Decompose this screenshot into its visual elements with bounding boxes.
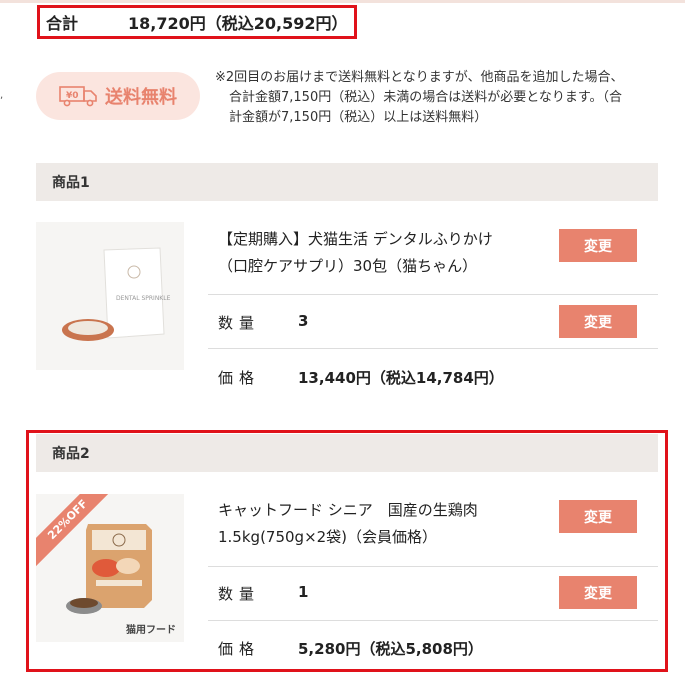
total-label: 合計 — [46, 14, 79, 33]
quantity-label: 数量 — [218, 585, 261, 603]
top-strip — [0, 0, 685, 3]
price-value: 13,440円（税込14,784円） — [298, 369, 504, 387]
product-1-name: 【定期購入】犬猫生活 デンタルふりかけ （口腔ケアサプリ）30包（猫ちゃん） — [218, 226, 538, 280]
product-name-line: 1.5kg(750g×2袋)（会員価格） — [218, 528, 438, 546]
divider — [208, 348, 658, 349]
product-2-header: 商品2 — [36, 434, 658, 472]
divider — [208, 294, 658, 295]
package-text: DENTAL SPRINKLE — [116, 295, 171, 302]
quantity-label: 数量 — [218, 314, 261, 332]
product-header-label: 商品2 — [52, 446, 90, 462]
product-header-label: 商品1 — [52, 175, 90, 191]
price-label: 価格 — [218, 640, 261, 658]
product-1-image[interactable]: DENTAL SPRINKLE — [36, 222, 184, 370]
quantity-value: 1 — [298, 583, 309, 601]
cat-food-caption: 猫用フード — [126, 625, 176, 636]
free-shipping-text: 送料無料 — [105, 87, 177, 108]
shipping-note: ※2回目のお届けまで送料無料となりますが、他商品を追加した場合、 合計金額7,1… — [215, 68, 665, 128]
free-shipping-badge: ¥0 送料無料 — [36, 72, 200, 120]
divider — [208, 620, 658, 621]
product-name-line: 【定期購入】犬猫生活 デンタルふりかけ — [218, 230, 493, 248]
shipping-note-line: 合計金額7,150円（税込）未満の場合は送料が必要となります。（合 — [229, 90, 623, 105]
change-quantity-2-button[interactable]: 変更 — [559, 576, 637, 609]
change-quantity-1-button[interactable]: 変更 — [559, 305, 637, 338]
price-value: 5,280円（税込5,808円） — [298, 640, 483, 658]
change-product-2-button[interactable]: 変更 — [559, 500, 637, 533]
truck-icon: ¥0 — [59, 86, 97, 107]
dental-sprinkle-image: DENTAL SPRINKLE — [36, 222, 184, 370]
product-name-line: キャットフード シニア 国産の生鶏肉 — [218, 501, 478, 519]
shipping-note-line: 計金額が7,150円（税込）以上は送料無料） — [229, 110, 488, 125]
total-value: 18,720円（税込20,592円） — [128, 14, 348, 33]
price-label: 価格 — [218, 369, 261, 387]
shipping-note-line: ※2回目のお届けまで送料無料となりますが、他商品を追加した場合、 — [215, 70, 624, 85]
product-2-name: キャットフード シニア 国産の生鶏肉 1.5kg(750g×2袋)（会員価格） — [218, 497, 538, 551]
product-2-image[interactable]: 22%OFF 猫用フード — [36, 494, 184, 642]
change-product-1-button[interactable]: 変更 — [559, 229, 637, 262]
divider — [208, 566, 658, 567]
order-total: 合計 18,720円（税込20,592円） — [37, 5, 357, 39]
product-1-header: 商品1 — [36, 163, 658, 201]
product-name-line: （口腔ケアサプリ）30包（猫ちゃん） — [218, 257, 478, 275]
quantity-value: 3 — [298, 312, 309, 330]
yen-zero-text: ¥0 — [66, 91, 79, 101]
edge-mark: , — [0, 90, 4, 101]
